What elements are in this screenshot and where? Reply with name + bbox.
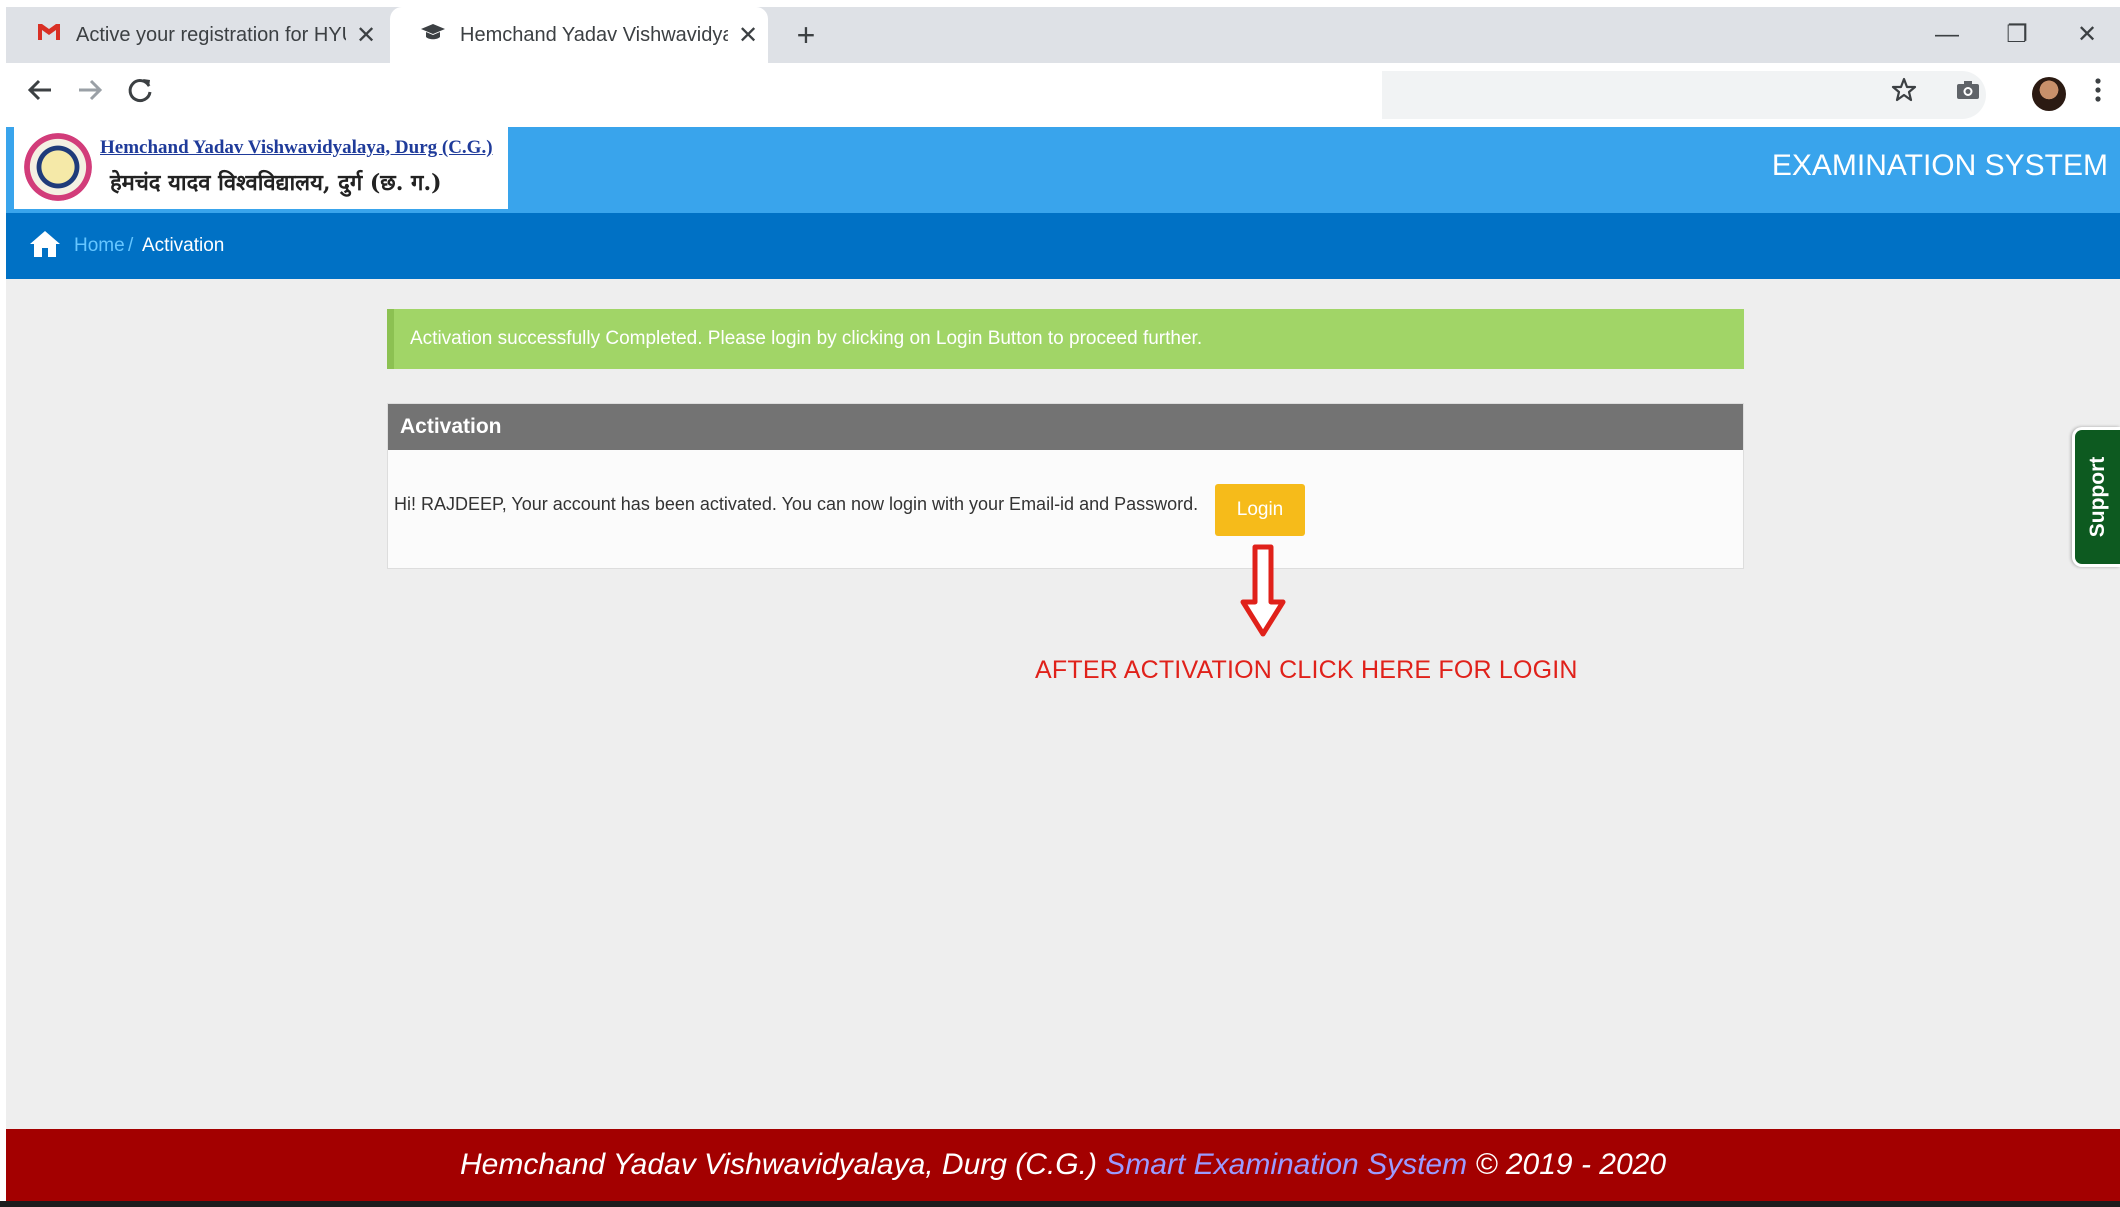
breadcrumb: Home / Activation [6,213,2120,279]
close-window-button[interactable]: ✕ [2052,7,2120,63]
logo-english-name: Hemchand Yadav Vishwavidyalaya, Durg (C.… [100,137,493,158]
activation-panel: Activation Hi! RAJDEEP, Your account has… [387,403,1744,569]
camera-icon[interactable] [1948,75,1988,115]
university-seal-icon [24,133,92,201]
breadcrumb-separator: / [128,235,134,256]
graduation-cap-icon [418,22,448,48]
new-tab-button[interactable]: + [786,15,826,55]
system-title: EXAMINATION SYSTEM [1771,149,2108,182]
support-tab[interactable]: Support [2072,427,2120,567]
profile-avatar[interactable] [2032,77,2066,111]
logo-hindi-name: हेमचंद यादव विश्वविद्यालय, दुर्ग (छ. ग.) [110,170,442,196]
restore-button[interactable]: ❐ [1982,7,2052,63]
site-header: Hemchand Yadav Vishwavidyalaya, Durg (C.… [6,127,2120,213]
close-tab-icon[interactable]: ✕ [728,21,768,50]
reload-icon [128,79,152,102]
tab-title: Hemchand Yadav Vishwavidyalay [460,23,728,46]
main-content: Activation successfully Completed. Pleas… [6,279,2120,1129]
activation-message: Hi! RAJDEEP, Your account has been activ… [394,494,1199,514]
breadcrumb-current: Activation [142,235,225,256]
gmail-icon [34,22,64,48]
address-bar[interactable] [172,69,1382,121]
down-arrow-icon [1240,544,1286,637]
footer: Hemchand Yadav Vishwavidyalaya, Durg (C.… [6,1129,2120,1201]
login-instruction-annotation: AFTER ACTIVATION CLICK HERE FOR LOGIN [1035,656,1578,684]
back-button[interactable] [20,75,60,115]
panel-title: Activation [388,404,1743,450]
footer-university: Hemchand Yadav Vishwavidyalaya, Durg (C.… [459,1148,1097,1181]
tab-hemchand[interactable]: Hemchand Yadav Vishwavidyalay ✕ [390,7,768,63]
support-label: Support [2085,456,2109,538]
breadcrumb-home-link[interactable]: Home [74,235,125,257]
menu-icon[interactable] [2078,75,2118,115]
bookmark-star-icon[interactable] [1884,75,1924,115]
forward-button[interactable] [70,75,110,115]
university-logo[interactable]: Hemchand Yadav Vishwavidyalaya, Durg (C.… [14,127,508,209]
browser-toolbar [6,63,2120,127]
reload-button[interactable] [120,75,160,115]
minimize-button[interactable]: — [1912,7,1982,63]
home-icon[interactable] [28,227,62,261]
footer-copyright: © 2019 - 2020 [1475,1148,1667,1181]
close-tab-icon[interactable]: ✕ [346,21,386,50]
tab-strip: Active your registration for HYU ( ✕ Hem… [6,7,2120,63]
tab-gmail[interactable]: Active your registration for HYU ( ✕ [6,7,386,63]
tab-title: Active your registration for HYU ( [76,23,346,46]
browser-window: Active your registration for HYU ( ✕ Hem… [0,0,2120,1207]
footer-system-link[interactable]: Smart Examination System [1105,1148,1467,1181]
footer-bottom-strip [0,1201,2120,1207]
back-arrow-icon [27,79,51,101]
forward-arrow-icon [79,79,103,101]
success-alert: Activation successfully Completed. Pleas… [387,309,1744,369]
login-button[interactable]: Login [1215,484,1305,536]
